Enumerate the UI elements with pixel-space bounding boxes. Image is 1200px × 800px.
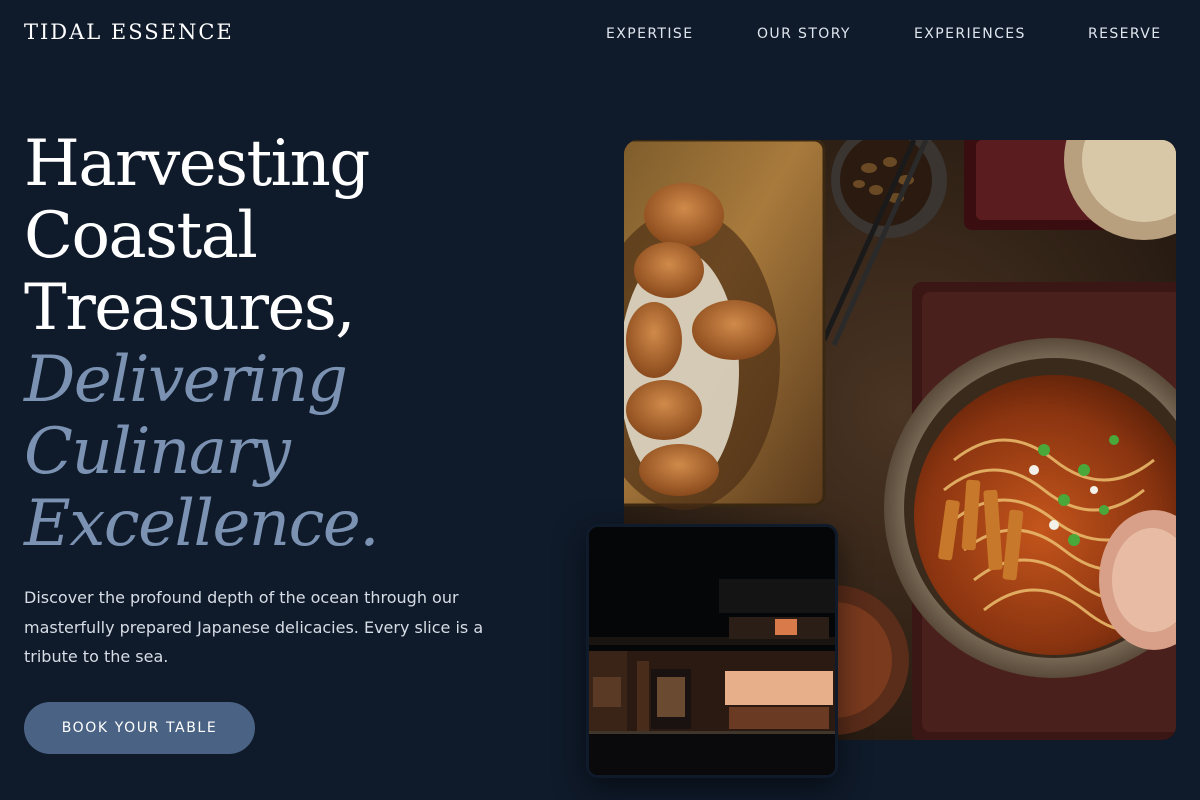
nav-link-experiences[interactable]: EXPERIENCES bbox=[914, 24, 1026, 44]
nav-link-our-story[interactable]: OUR STORY bbox=[757, 24, 851, 44]
headline-line: Treasures, bbox=[24, 271, 356, 345]
nav-link-reserve[interactable]: RESERVE bbox=[1088, 24, 1162, 44]
hero-headline: Harvesting Coastal Treasures, Delivering… bbox=[24, 128, 544, 560]
headline-accent-line: Culinary bbox=[24, 415, 291, 489]
main-nav: EXPERTISE OUR STORY EXPERIENCES RESERVE bbox=[0, 24, 1200, 46]
headline-accent-line: Delivering bbox=[24, 343, 348, 417]
book-table-button[interactable]: BOOK YOUR TABLE bbox=[24, 702, 255, 754]
nav-link-expertise[interactable]: EXPERTISE bbox=[606, 24, 693, 44]
restaurant-exterior-photo bbox=[586, 524, 838, 778]
hero-description: Discover the profound depth of the ocean… bbox=[24, 588, 484, 666]
headline-accent-line: Excellence. bbox=[24, 487, 380, 561]
headline-line: Coastal bbox=[24, 199, 258, 273]
headline-line: Harvesting bbox=[24, 127, 370, 201]
